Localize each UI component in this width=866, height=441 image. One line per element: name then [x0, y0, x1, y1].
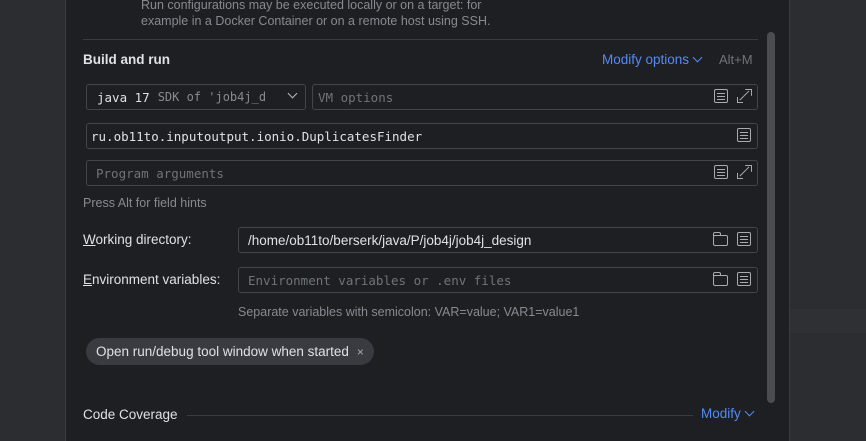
- working-directory-label-text: orking directory:: [95, 232, 192, 247]
- code-coverage-separator: [187, 415, 693, 416]
- close-icon[interactable]: ×: [357, 345, 364, 359]
- working-directory-label: Working directory:: [83, 232, 192, 247]
- working-directory-mnemonic: W: [83, 232, 96, 247]
- vm-options-placeholder: VM options: [318, 89, 394, 105]
- list-icon[interactable]: [737, 232, 751, 246]
- open-tool-window-chip[interactable]: Open run/debug tool window when started …: [86, 338, 374, 365]
- background-right-panel: [790, 0, 866, 441]
- modify-options-shortcut: Alt+M: [719, 52, 753, 67]
- open-tool-window-label: Open run/debug tool window when started: [96, 344, 349, 359]
- modify-options-link[interactable]: Modify options: [602, 52, 703, 67]
- code-coverage-modify-label: Modify: [701, 406, 741, 421]
- main-class-input[interactable]: ru.ob11to.inputoutput.ionio.DuplicatesFi…: [86, 123, 758, 149]
- list-icon[interactable]: [737, 272, 751, 286]
- working-directory-input[interactable]: /home/ob11to/berserk/java/P/job4j/job4j_…: [238, 227, 758, 253]
- modify-options-label: Modify options: [602, 52, 690, 67]
- chevron-down-icon: [287, 88, 298, 99]
- environment-variables-label-text: nvironment variables:: [92, 272, 221, 287]
- environment-variables-input[interactable]: Environment variables or .env files: [238, 267, 758, 293]
- run-target-note-line2: example in a Docker Container or on a re…: [141, 14, 491, 28]
- program-arguments-input[interactable]: Program arguments: [86, 160, 758, 186]
- environment-variables-hint: Separate variables with semicolon: VAR=v…: [238, 305, 580, 319]
- main-class-value: ru.ob11to.inputoutput.ionio.DuplicatesFi…: [91, 128, 423, 144]
- code-coverage-title: Code Coverage: [83, 407, 178, 422]
- program-arguments-placeholder: Program arguments: [96, 165, 224, 181]
- list-icon[interactable]: [737, 128, 751, 142]
- code-coverage-modify-link[interactable]: Modify: [701, 406, 755, 421]
- environment-variables-placeholder: Environment variables or .env files: [248, 272, 512, 288]
- vm-options-input[interactable]: VM options: [312, 84, 758, 110]
- working-directory-value: /home/ob11to/berserk/java/P/job4j/job4j_…: [248, 232, 532, 248]
- list-icon[interactable]: [714, 165, 728, 179]
- background-left-panel: [0, 0, 65, 441]
- folder-icon[interactable]: [713, 231, 728, 246]
- field-hints-text: Press Alt for field hints: [83, 196, 207, 210]
- section-separator: [83, 39, 758, 40]
- vertical-scrollbar[interactable]: [767, 32, 775, 403]
- environment-variables-mnemonic: E: [83, 272, 93, 287]
- build-and-run-title: Build and run: [83, 52, 170, 67]
- jdk-value: java 17: [97, 89, 150, 105]
- folder-icon[interactable]: [713, 271, 728, 286]
- list-icon[interactable]: [714, 89, 728, 103]
- jdk-select[interactable]: java 17 SDK of 'job4j_d: [86, 84, 306, 110]
- run-configuration-panel: Run configurations may be executed local…: [65, 0, 790, 441]
- jdk-description: SDK of 'job4j_d: [157, 90, 267, 104]
- selected-row-stripe: [790, 309, 866, 333]
- environment-variables-label: Environment variables:: [83, 272, 220, 287]
- chevron-down-icon: [744, 406, 755, 417]
- run-target-note: Run configurations may be executed local…: [141, 0, 490, 29]
- expand-icon[interactable]: [737, 165, 751, 179]
- expand-icon[interactable]: [737, 89, 751, 103]
- run-target-note-line1: Run configurations may be executed local…: [141, 0, 482, 12]
- chevron-down-icon: [692, 52, 703, 63]
